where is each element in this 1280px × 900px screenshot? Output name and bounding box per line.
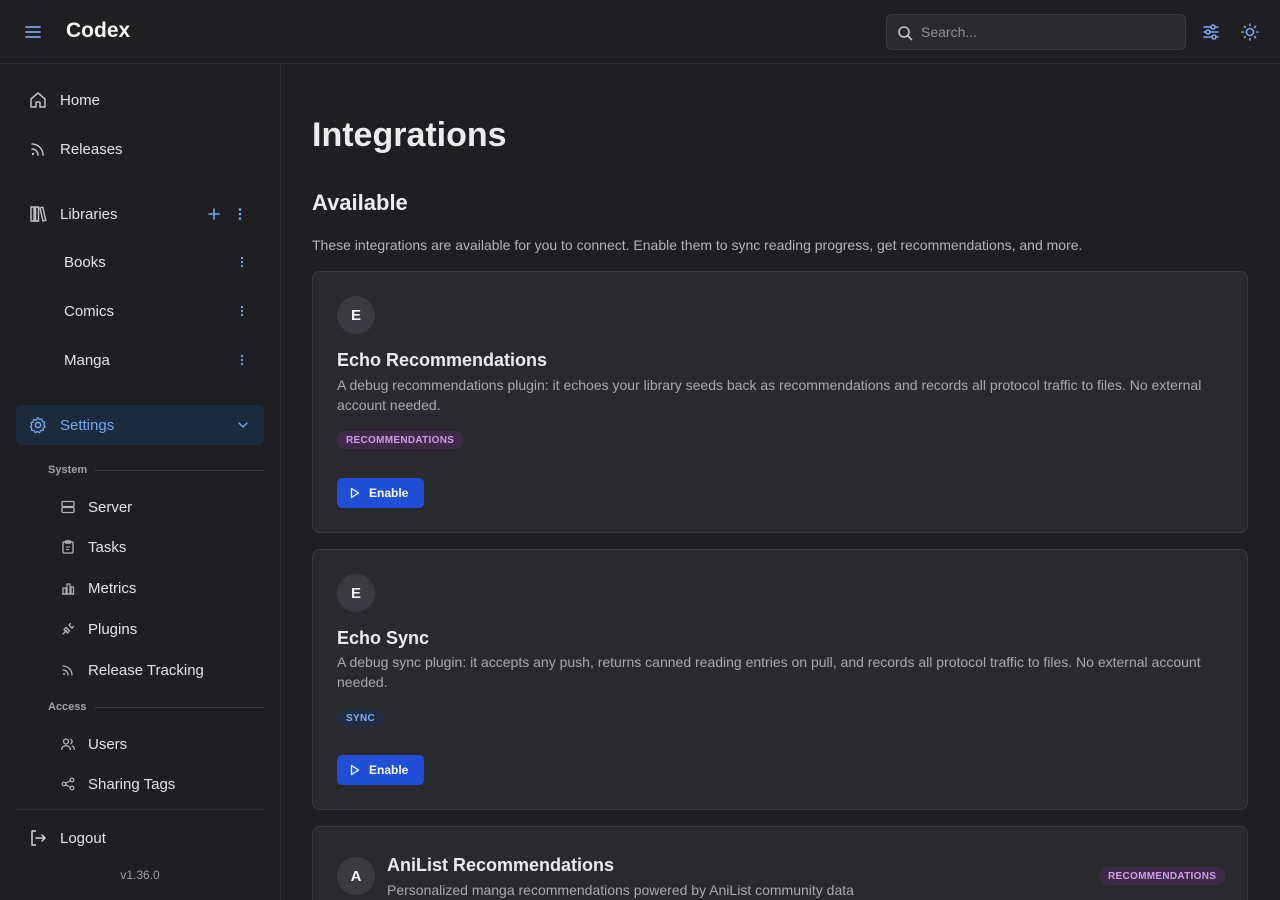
sidebar-item-label: Manga [64,351,110,369]
integration-title: Echo Recommendations [337,350,548,370]
section-divider [95,469,264,471]
search-input[interactable] [921,15,1181,49]
filter-settings-icon[interactable] [1200,21,1222,43]
integration-title: Echo Sync [337,628,430,648]
menu-toggle-icon[interactable] [22,21,44,43]
sidebar-item-label: Books [64,253,106,271]
sidebar-item-sharing-tags[interactable]: Sharing Tags [16,764,264,804]
sidebar-item-label: Plugins [88,620,138,638]
integration-avatar: E [337,296,375,334]
system-section-header: System [48,463,264,477]
section-divider [94,706,264,708]
access-section-header: Access [48,700,264,714]
sidebar-divider [16,809,264,810]
sidebar-item-label: Users [88,735,128,753]
sidebar-item-label: Libraries [60,205,118,223]
server-icon [60,499,76,515]
sidebar-item-label: Settings [60,416,115,434]
bar-chart-icon [60,580,76,596]
enable-button-label: Enable [369,486,409,500]
sidebar-item-label: Release Tracking [88,661,204,679]
integration-description: A debug recommendations plugin: it echoe… [337,377,1202,413]
users-icon [60,736,76,752]
integration-card-echo-recommendations: E Echo Recommendations A debug recommend… [312,271,1248,533]
sidebar-item-label: Server [88,498,133,516]
integration-title: AniList Recommendations [387,855,615,875]
sidebar-item-label: Releases [60,140,123,158]
app-title: Codex [66,19,131,42]
share-icon [60,776,76,792]
sidebar-item-library-manga[interactable]: Manga [16,340,264,380]
section-description: These integrations are available for you… [312,237,1083,253]
chevron-down-icon[interactable] [236,418,252,434]
library-books-icon [28,204,48,224]
logout-button[interactable]: Logout [16,818,264,858]
sidebar-item-release-tracking[interactable]: Release Tracking [16,650,264,690]
sidebar-item-releases[interactable]: Releases [16,129,264,169]
sidebar: Home Releases Libraries Books Comics Man… [0,64,281,900]
sidebar-item-plugins[interactable]: Plugins [16,609,264,649]
rss-icon [28,139,48,159]
comics-more-icon[interactable] [235,304,251,320]
gear-icon [28,415,48,435]
integration-card-anilist-recommendations: A AniList Recommendations Personalized m… [312,826,1248,900]
home-icon [28,90,48,110]
section-title: Available [312,190,408,215]
sidebar-item-libraries[interactable]: Libraries [16,194,264,234]
app-version: v1.36.0 [120,868,160,882]
rss-icon [60,662,76,678]
sidebar-item-library-books[interactable]: Books [16,242,264,282]
sidebar-item-label: Metrics [88,579,137,597]
integration-avatar: E [337,574,375,612]
plug-icon [60,621,76,637]
sidebar-item-server[interactable]: Server [16,487,264,527]
play-icon [349,764,361,776]
sidebar-item-label: Sharing Tags [88,775,176,793]
integration-card-echo-sync: E Echo Sync A debug sync plugin: it acce… [312,549,1248,810]
clipboard-icon [60,539,76,555]
recommendations-badge: RECOMMENDATIONS [337,431,464,449]
search-icon [897,25,913,41]
manga-more-icon[interactable] [235,353,251,369]
recommendations-badge: RECOMMENDATIONS [1099,867,1226,885]
sidebar-item-library-comics[interactable]: Comics [16,291,264,331]
add-library-icon[interactable] [206,206,222,222]
sidebar-item-tasks[interactable]: Tasks [16,527,264,567]
sidebar-item-label: Tasks [88,538,127,556]
sidebar-item-settings[interactable]: Settings [16,405,264,445]
books-more-icon[interactable] [235,255,251,271]
enable-button[interactable]: Enable [337,478,424,508]
libraries-more-icon[interactable] [232,206,248,222]
sidebar-item-home[interactable]: Home [16,80,264,120]
search-box[interactable] [886,14,1186,50]
sync-badge: SYNC [337,709,384,727]
enable-button[interactable]: Enable [337,755,424,785]
section-label: Access [48,701,87,713]
top-header: Codex [0,0,1280,64]
play-icon [349,487,361,499]
integration-description: Personalized manga recommendations power… [387,882,854,898]
sidebar-item-label: Logout [60,829,106,847]
section-label: System [48,464,88,476]
logout-icon [28,828,48,848]
integration-description: A debug sync plugin: it accepts any push… [337,654,1201,690]
sidebar-item-label: Comics [64,302,115,320]
enable-button-label: Enable [369,763,409,777]
sidebar-item-users[interactable]: Users [16,724,264,764]
theme-toggle-sun-icon[interactable] [1239,21,1261,43]
integration-avatar: A [337,857,375,895]
sidebar-item-label: Home [60,91,101,109]
page-title: Integrations [312,116,507,154]
sidebar-item-metrics[interactable]: Metrics [16,568,264,608]
